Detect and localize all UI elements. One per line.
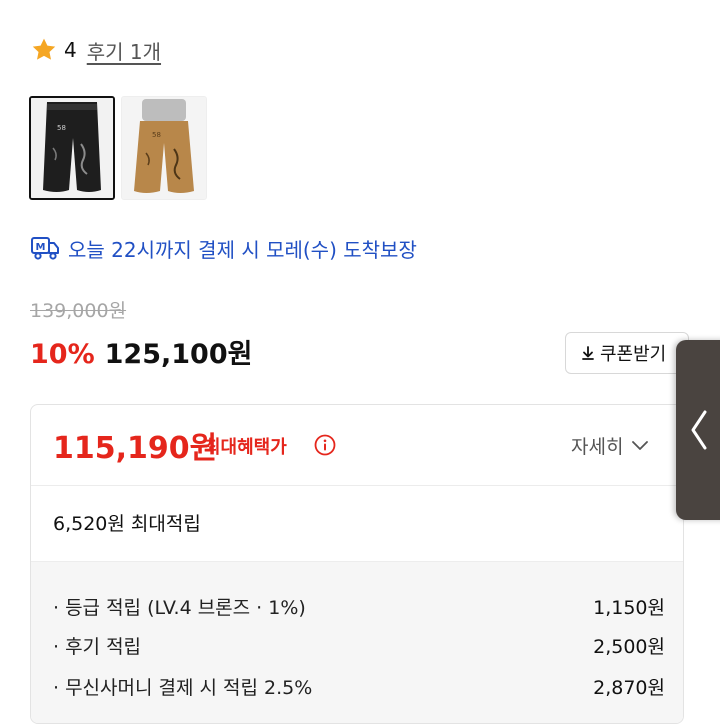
discount-rate: 10% xyxy=(30,339,95,370)
thumbnail-beige-pants[interactable]: 58 xyxy=(121,96,207,200)
side-drawer-handle[interactable] xyxy=(676,340,720,520)
price-row: 10% 125,100원 xyxy=(30,332,252,371)
sale-price: 125,100원 xyxy=(104,339,253,370)
points-row-label: · 등급 적립 (LV.4 브론즈 · 1%) xyxy=(53,596,306,619)
chevron-down-icon xyxy=(632,441,649,450)
points-row-grade: · 등급 적립 (LV.4 브론즈 · 1%) 1,150원 xyxy=(53,590,665,622)
svg-text:58: 58 xyxy=(57,124,66,132)
delivery-text: 오늘 22시까지 결제 시 모레(수) 도착보장 xyxy=(68,237,417,262)
svg-text:M: M xyxy=(36,242,46,253)
max-benefit-price: 115,190원 xyxy=(53,431,218,466)
points-summary: 6,520원 최대적립 xyxy=(53,513,201,535)
detail-toggle-label: 자세히 xyxy=(571,435,624,458)
detail-toggle[interactable]: 자세히 xyxy=(571,429,649,461)
download-icon xyxy=(582,346,594,360)
rating-row: 4 후기 1개 xyxy=(30,34,161,66)
review-count-link[interactable]: 후기 1개 xyxy=(87,36,161,65)
truck-icon: M xyxy=(31,237,59,260)
info-icon[interactable] xyxy=(314,434,336,456)
points-row-review: · 후기 적립 2,500원 xyxy=(53,629,665,661)
chevron-left-icon xyxy=(691,410,707,450)
star-icon xyxy=(32,38,56,60)
beige-pants-image: 58 xyxy=(122,97,206,199)
black-pants-image: 58 xyxy=(31,98,113,198)
points-detail-list: · 등급 적립 (LV.4 브론즈 · 1%) 1,150원 · 후기 적립 2… xyxy=(31,561,683,723)
points-row-amount: 2,870원 xyxy=(593,676,665,699)
coupon-button-label: 쿠폰받기 xyxy=(600,344,667,365)
thumbnail-black-pants[interactable]: 58 xyxy=(29,96,115,200)
points-row-money: · 무신사머니 결제 시 적립 2.5% 2,870원 xyxy=(53,670,665,702)
original-price: 139,000원 xyxy=(30,300,127,322)
benefit-header: 115,190원 최대혜택가 자세히 xyxy=(31,405,683,486)
delivery-guarantee: M 오늘 22시까지 결제 시 모레(수) 도착보장 xyxy=(30,230,417,266)
product-thumbnails: 58 58 xyxy=(29,96,207,200)
points-row-label: · 후기 적립 xyxy=(53,635,142,658)
coupon-download-button[interactable]: 쿠폰받기 xyxy=(565,332,689,374)
max-benefit-label: 최대혜택가 xyxy=(204,437,287,458)
rating-value: 4 xyxy=(64,38,77,62)
points-row-amount: 2,500원 xyxy=(593,635,665,658)
benefit-box: 115,190원 최대혜택가 자세히 6,520원 최대적립 · 등급 적립 (… xyxy=(30,404,684,724)
points-row-label: · 무신사머니 결제 시 적립 2.5% xyxy=(53,676,313,699)
svg-text:58: 58 xyxy=(152,131,161,139)
points-row-amount: 1,150원 xyxy=(593,596,665,619)
